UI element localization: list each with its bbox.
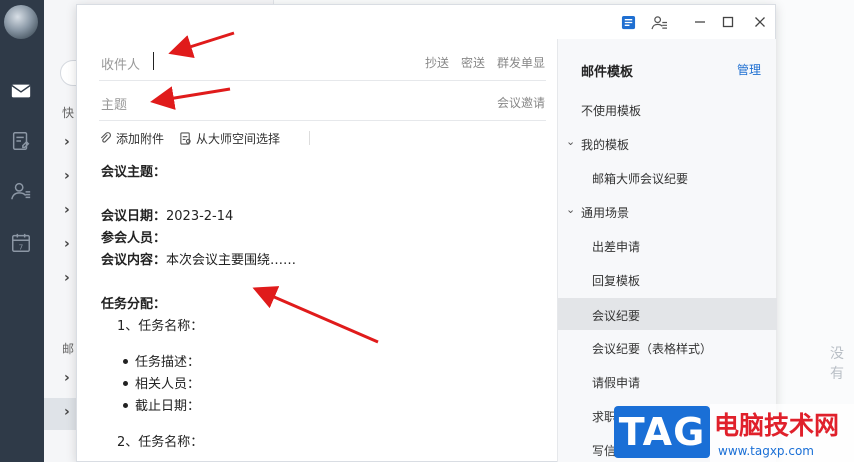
- subject-field[interactable]: 主题 会议邀请: [99, 81, 546, 121]
- template-item[interactable]: 会议纪要（表格样式）: [558, 331, 777, 363]
- app-sidebar: 7: [0, 0, 44, 462]
- meeting-invite-link[interactable]: 会议邀请: [497, 94, 545, 111]
- template-item[interactable]: 出差申请: [558, 229, 777, 261]
- contact-card-icon[interactable]: [650, 13, 668, 31]
- date-value: 2023-2-14: [166, 209, 234, 224]
- template-item-label: 出差申请: [592, 240, 641, 254]
- template-item-label: 会议纪要（表格样式）: [592, 342, 713, 356]
- empty-state-text: 没有: [830, 346, 844, 382]
- compose-window: 收件人 抄送 密送 群发单显 主题 会议邀请 添加附件 从大师空间选择 会议主题…: [76, 4, 777, 462]
- calendar-day: 7: [19, 242, 24, 251]
- template-panel: 邮件模板 管理 不使用模板 ⌄ 我的模板 邮箱大师会议纪要 ⌄ 通用场景 出差申…: [557, 39, 777, 462]
- group-single-link[interactable]: 群发单显: [497, 54, 545, 71]
- avatar[interactable]: [4, 5, 38, 39]
- my-templates-group[interactable]: ⌄ 我的模板: [558, 127, 777, 159]
- template-panel-title: 邮件模板: [581, 65, 634, 80]
- date-label: 会议日期：: [101, 209, 167, 224]
- watermark-title: 电脑技术网: [714, 411, 840, 440]
- template-item-label: 会议纪要: [592, 309, 641, 323]
- bullet-dot: [123, 359, 128, 364]
- compose-titlebar: [77, 5, 777, 39]
- task-heading: 任务分配：: [101, 297, 167, 312]
- task-deadline: 截止日期：: [135, 399, 201, 414]
- chevron-right-icon[interactable]: ›: [64, 168, 70, 184]
- maximize-icon[interactable]: [719, 13, 737, 31]
- paperclip-icon: [100, 132, 111, 143]
- bullet-dot: [123, 381, 128, 386]
- contacts-icon[interactable]: [8, 178, 34, 204]
- watermark-tag: TAG: [618, 410, 706, 454]
- my-templates-label: 我的模板: [581, 138, 630, 152]
- mail-section-label: 邮: [62, 342, 75, 356]
- template-item[interactable]: 邮箱大师会议纪要: [558, 161, 777, 193]
- watermark-logo: TAG: [614, 406, 710, 458]
- template-item[interactable]: 请假申请: [558, 365, 777, 397]
- site-watermark: TAG 电脑技术网 www.tagxp.com: [614, 404, 854, 462]
- calendar-icon[interactable]: 7: [8, 230, 34, 256]
- template-icon[interactable]: [619, 13, 637, 31]
- chevron-right-icon[interactable]: ›: [64, 270, 70, 286]
- minimize-icon[interactable]: [691, 13, 709, 31]
- close-icon[interactable]: [751, 13, 769, 31]
- task-description: 任务描述：: [135, 355, 201, 370]
- to-field[interactable]: 收件人 抄送 密送 群发单显: [99, 41, 546, 81]
- text-caret: [153, 52, 154, 70]
- meeting-date-line: 会议日期：2023-2-14: [101, 205, 233, 224]
- cc-link[interactable]: 抄送: [425, 54, 449, 71]
- template-none[interactable]: 不使用模板: [558, 93, 777, 125]
- mail-icon[interactable]: [8, 78, 34, 104]
- template-item-label: 求职: [592, 410, 617, 424]
- template-none-label: 不使用模板: [581, 104, 642, 118]
- template-item-label: 请假申请: [592, 376, 641, 390]
- meeting-content-line: 会议内容：本次会议主要围绕……: [101, 249, 296, 268]
- content-value: 本次会议主要围绕……: [166, 253, 297, 268]
- template-item-label: 回复模板: [592, 274, 641, 288]
- from-space-button[interactable]: 从大师空间选择: [179, 130, 280, 147]
- bcc-link[interactable]: 密送: [461, 54, 485, 71]
- general-templates-label: 通用场景: [581, 206, 630, 220]
- chevron-right-icon[interactable]: ›: [64, 134, 70, 150]
- template-item[interactable]: 回复模板: [558, 263, 777, 295]
- content-label: 会议内容：: [101, 253, 167, 268]
- task-people: 相关人员：: [135, 377, 201, 392]
- template-item-active[interactable]: 会议纪要: [558, 298, 777, 330]
- toolbar-divider: [309, 131, 310, 145]
- attach-label: 添加附件: [116, 132, 165, 146]
- note-icon[interactable]: [8, 128, 34, 154]
- task-2-name: 2、任务名称：: [117, 435, 204, 450]
- watermark-url: www.tagxp.com: [718, 444, 814, 458]
- task-1-name: 1、任务名称：: [117, 319, 204, 334]
- from-space-label: 从大师空间选择: [196, 132, 281, 146]
- template-item-label: 邮箱大师会议纪要: [592, 172, 689, 186]
- bullet-dot: [123, 403, 128, 408]
- quick-label: 快: [62, 106, 75, 120]
- subject-label: 主题: [101, 98, 128, 113]
- document-icon: [180, 132, 191, 145]
- chevron-down-icon: ⌄: [566, 135, 576, 148]
- general-templates-group[interactable]: ⌄ 通用场景: [558, 195, 777, 227]
- to-label: 收件人: [101, 58, 141, 73]
- manage-templates-link[interactable]: 管理: [737, 61, 761, 78]
- chevron-right-icon[interactable]: ›: [64, 370, 70, 386]
- attendees-line: 参会人员：: [101, 231, 167, 246]
- chevron-right-icon[interactable]: ›: [64, 236, 70, 252]
- attach-button[interactable]: 添加附件: [99, 130, 164, 147]
- meeting-topic-line: 会议主题：: [101, 165, 167, 180]
- chevron-right-icon[interactable]: ›: [64, 202, 70, 218]
- chevron-right-icon[interactable]: ›: [64, 404, 70, 420]
- chevron-down-icon: ⌄: [566, 203, 576, 216]
- template-item-label: 写信: [592, 444, 617, 458]
